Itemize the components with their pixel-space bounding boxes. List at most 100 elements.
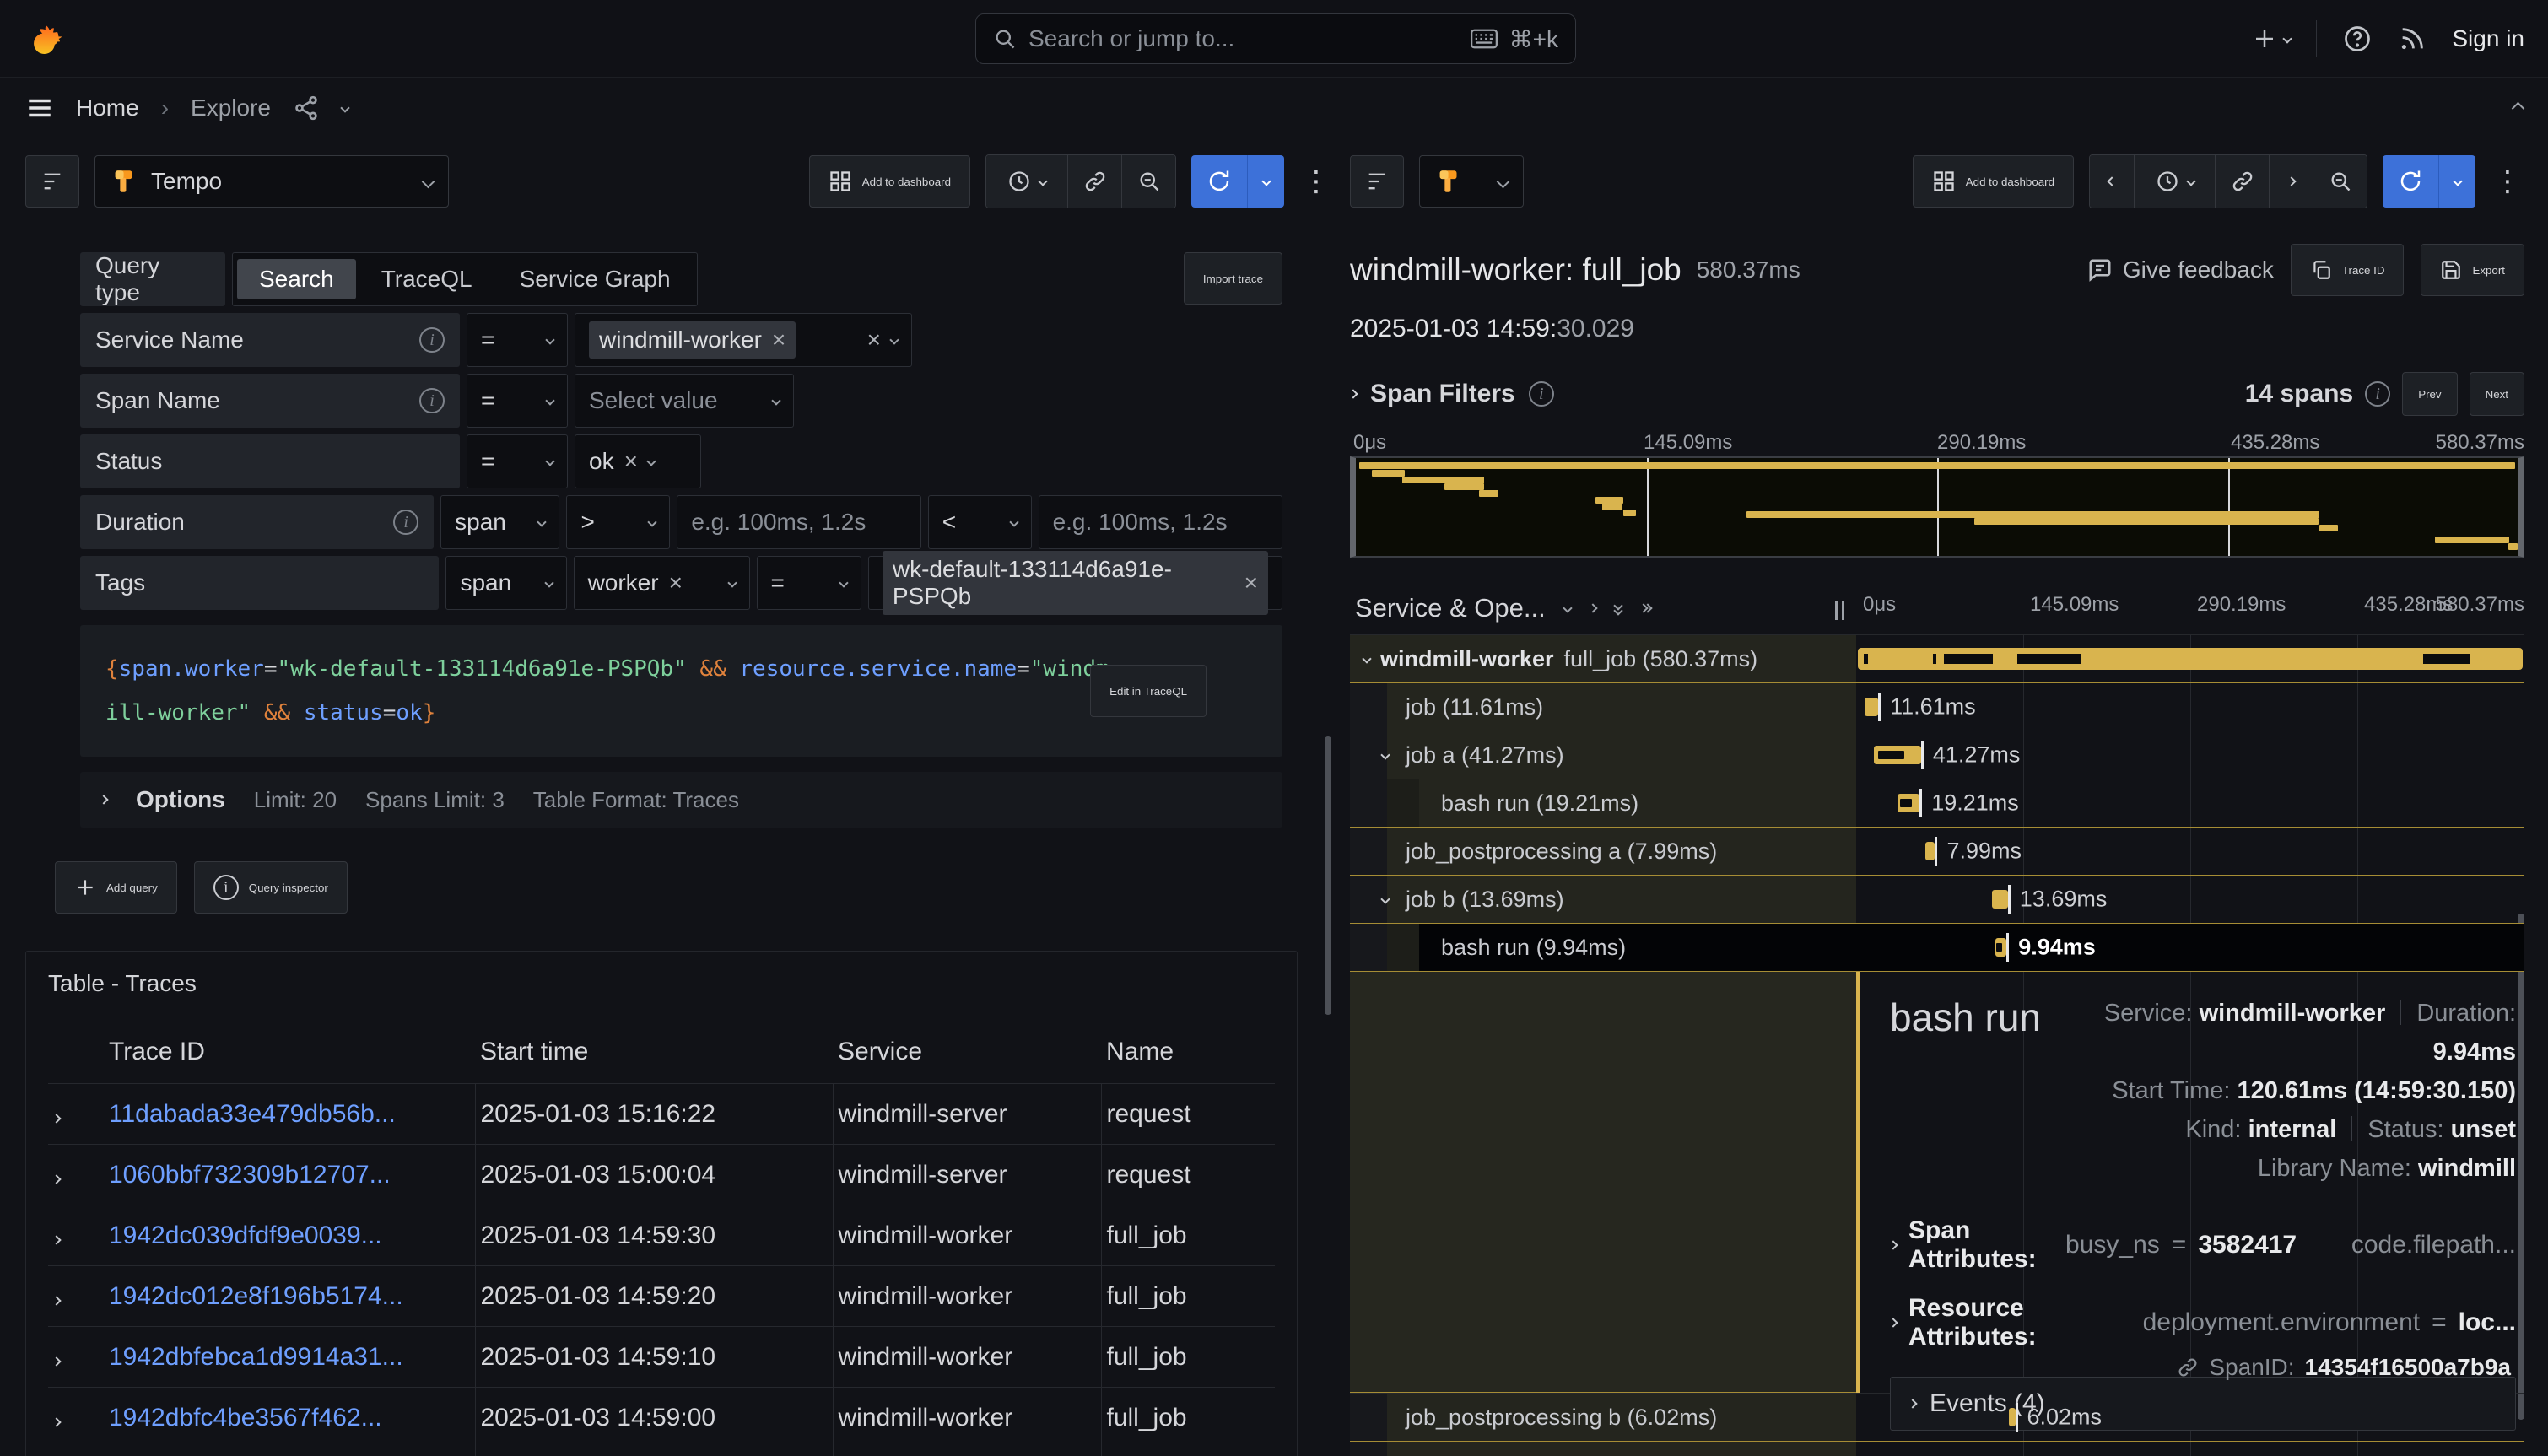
table-row[interactable]: 1942dc012e8f196b5174... 2025-01-03 14:59… (48, 1266, 1275, 1327)
span-name-operator[interactable]: = (467, 374, 568, 428)
query-inspector-button[interactable]: i Query inspector (194, 861, 348, 914)
clear-icon[interactable]: × (867, 328, 881, 352)
share-icon[interactable] (293, 94, 320, 121)
search-input[interactable]: Search or jump to... ⌘+k (975, 13, 1576, 64)
service-operation-header[interactable]: Service & Ope... (1350, 593, 1856, 623)
help-icon[interactable] (2342, 24, 2373, 54)
sign-in-link[interactable]: Sign in (2452, 25, 2524, 52)
collapse-all-icon[interactable] (1615, 602, 1622, 614)
span-bar[interactable] (1925, 842, 1935, 860)
trace-id-link[interactable]: 1060bbf732309b12707... (109, 1161, 391, 1189)
span-row-bash-run-a[interactable]: bash run (19.21ms) 19.21ms (1350, 779, 2524, 828)
zoom-out-icon[interactable] (1121, 155, 1175, 208)
tags-operator[interactable]: = (757, 556, 861, 610)
status-value[interactable]: ok× (575, 434, 701, 488)
span-row-job-a[interactable]: job a (41.27ms) 41.27ms (1350, 731, 2524, 779)
span-bar[interactable] (1995, 938, 2006, 957)
zoom-out-icon[interactable] (2313, 155, 2367, 208)
trace-id-button[interactable]: Trace ID (2291, 244, 2405, 296)
time-back-icon[interactable] (2090, 155, 2134, 208)
span-row-job-c[interactable]: job c (286.87ms) 286.87ms (1350, 1442, 2524, 1456)
table-row[interactable]: 1942dc039dfdf9e0039... 2025-01-03 14:59:… (48, 1205, 1275, 1266)
scrollbar[interactable] (1325, 736, 1331, 1015)
menu-icon[interactable] (25, 94, 54, 122)
add-to-dashboard-button[interactable]: Add to dashboard (809, 155, 970, 208)
link-icon[interactable] (2215, 155, 2269, 208)
span-bar[interactable] (2009, 1408, 2016, 1426)
duration-min-input[interactable]: e.g. 100ms, 1.2s (677, 495, 920, 549)
tab-service-graph[interactable]: Service Graph (498, 259, 693, 299)
column-trace-id[interactable]: Trace ID (104, 1022, 475, 1084)
span-bar[interactable] (1874, 746, 1921, 764)
table-row[interactable]: 1942dbfc4be3567f462... 2025-01-03 14:59:… (48, 1388, 1275, 1448)
span-bar[interactable] (1858, 648, 2524, 670)
table-row[interactable]: 1942dbf9d9fa6108d0d1... 2025-01-03 14:58… (48, 1448, 1275, 1456)
grafana-logo[interactable] (24, 19, 62, 58)
span-bar[interactable] (1865, 698, 1878, 716)
next-span-button[interactable]: Next (2470, 372, 2524, 416)
span-attributes-row[interactable]: Span Attributes: busy_ns= 3582417 code.f… (1890, 1216, 2516, 1274)
outline-toggle-button[interactable] (1350, 155, 1404, 208)
resource-attributes-row[interactable]: Resource Attributes: deployment.environm… (1890, 1294, 2516, 1351)
span-filters-label[interactable]: Span Filters (1370, 380, 1515, 408)
add-query-button[interactable]: Add query (55, 861, 177, 914)
time-picker-button[interactable] (986, 155, 1067, 208)
service-name-operator[interactable]: = (467, 313, 568, 367)
panel-menu-icon[interactable]: ⋮ (1299, 164, 1333, 198)
datasource-picker[interactable]: Tempo (94, 155, 449, 208)
trace-id-link[interactable]: 1942dbfebca1d9914a31... (109, 1343, 403, 1371)
expand-all-icon[interactable] (1640, 605, 1651, 612)
outline-toggle-button[interactable] (25, 155, 79, 208)
time-forward-icon[interactable] (2269, 155, 2313, 208)
remove-chip-icon[interactable]: × (1244, 571, 1258, 595)
options-row[interactable]: Options Limit: 20 Spans Limit: 3 Table F… (80, 772, 1282, 828)
give-feedback-button[interactable]: Give feedback (2087, 256, 2274, 283)
news-rss-icon[interactable] (2398, 24, 2427, 53)
tags-scope[interactable]: span (445, 556, 566, 610)
breadcrumb-home[interactable]: Home (76, 94, 139, 121)
tags-key[interactable]: worker× (574, 556, 750, 610)
table-row[interactable]: 1942dbfebca1d9914a31... 2025-01-03 14:59… (48, 1327, 1275, 1388)
link-icon[interactable] (1067, 155, 1121, 208)
tab-search[interactable]: Search (237, 259, 356, 299)
add-new-button[interactable] (2252, 26, 2291, 51)
span-name-value[interactable]: Select value (575, 374, 794, 428)
remove-chip-icon[interactable]: × (772, 328, 785, 352)
span-row-full-job[interactable]: windmill-worker full_job (580.37ms) (1350, 635, 2524, 683)
trace-id-link[interactable]: 11dabada33e479db56b... (109, 1100, 396, 1128)
column-service[interactable]: Service (833, 1022, 1101, 1084)
add-to-dashboard-button[interactable]: Add to dashboard (1913, 155, 2074, 208)
tags-value[interactable]: wk-default-133114d6a91e-PSPQb× (868, 556, 1282, 610)
status-operator[interactable]: = (467, 434, 568, 488)
span-row-bash-run-b-selected[interactable]: bash run (9.94ms) 9.94ms (1350, 924, 2524, 972)
time-picker-button[interactable] (2134, 155, 2215, 208)
span-bar[interactable] (1992, 890, 2008, 909)
trace-id-link[interactable]: 1942dc012e8f196b5174... (109, 1282, 403, 1310)
span-row-job-postprocessing-b[interactable]: job_postprocessing b (6.02ms) 6.02ms (1350, 1394, 2524, 1442)
service-name-value[interactable]: windmill-worker× × (575, 313, 912, 367)
tab-traceql[interactable]: TraceQL (359, 259, 494, 299)
table-row[interactable]: 1060bbf732309b12707... 2025-01-03 15:00:… (48, 1145, 1275, 1205)
span-filters-chevron-icon[interactable] (1350, 389, 1358, 398)
collapse-panel-icon[interactable] (2513, 104, 2523, 113)
column-start-time[interactable]: Start time (475, 1022, 833, 1084)
collapse-one-icon[interactable] (1588, 603, 1597, 612)
trace-id-link[interactable]: 1942dc039dfdf9e0039... (109, 1221, 382, 1249)
span-row-job[interactable]: job (11.61ms) 11.61ms (1350, 683, 2524, 731)
duration-max-input[interactable]: e.g. 100ms, 1.2s (1039, 495, 1282, 549)
link-icon[interactable] (2177, 1356, 2199, 1378)
prev-span-button[interactable]: Prev (2402, 372, 2457, 416)
clear-icon[interactable]: × (624, 450, 638, 473)
import-trace-button[interactable]: Import trace (1184, 252, 1282, 305)
panel-menu-icon[interactable]: ⋮ (2491, 164, 2524, 198)
duration-lt-operator[interactable]: < (928, 495, 1032, 549)
export-button[interactable]: Export (2421, 244, 2524, 296)
run-query-button[interactable] (2383, 155, 2475, 208)
trace-id-link[interactable]: 1942dbfc4be3567f462... (109, 1404, 382, 1432)
edit-in-traceql-button[interactable]: Edit in TraceQL (1090, 665, 1207, 717)
trace-minimap[interactable] (1350, 456, 2524, 558)
span-row-job-b[interactable]: job b (13.69ms) 13.69ms (1350, 876, 2524, 924)
table-row[interactable]: 11dabada33e479db56b... 2025-01-03 15:16:… (48, 1084, 1275, 1145)
datasource-picker[interactable] (1419, 155, 1524, 208)
breadcrumb-chevron-down-icon[interactable] (340, 103, 349, 112)
